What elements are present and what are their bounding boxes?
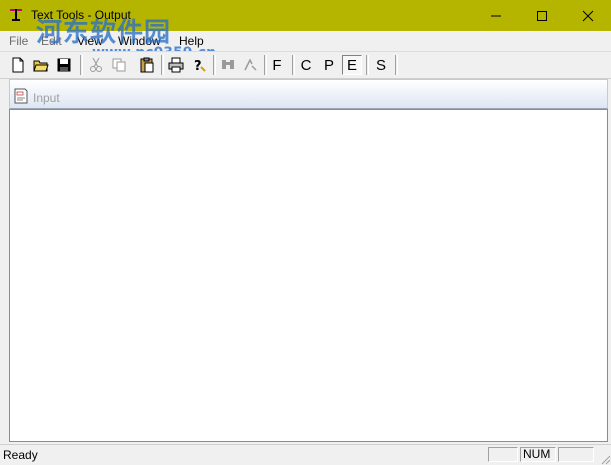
help-button[interactable]: ? [189,55,209,75]
input-panel-header[interactable]: Input [9,79,608,109]
toolbar-separator [292,55,295,75]
close-icon [582,10,594,21]
app-icon [10,9,22,21]
toolbar-separator [80,55,83,75]
maximize-button[interactable] [519,0,565,31]
status-pane-num: NUM [520,447,556,462]
open-button[interactable] [31,55,51,75]
printer-icon [168,57,184,73]
new-button[interactable] [8,55,28,75]
save-disk-icon [57,58,71,72]
status-text: Ready [3,448,38,462]
help-question-icon: ? [194,59,206,73]
copy-button[interactable] [109,55,129,75]
tool-f-button[interactable]: F [267,56,287,76]
input-panel-label: Input [33,91,60,105]
menu-file[interactable]: File [9,34,28,48]
status-bar: Ready NUM [0,444,611,465]
close-button[interactable] [565,0,611,31]
new-file-icon [12,57,24,73]
document-icon [14,88,28,104]
find-button[interactable] [218,55,238,75]
clipboard-icon [140,57,154,73]
binoculars-icon [222,60,234,69]
open-folder-icon [33,60,49,72]
svg-text:?: ? [194,59,202,73]
print-button[interactable] [166,55,186,75]
copy-icon [112,58,126,72]
scissors-icon [90,57,102,72]
watermark: 河东软件园 [36,18,172,48]
tool-p-button[interactable]: P [319,56,339,76]
save-button[interactable] [54,55,74,75]
status-pane-caps [488,447,518,462]
resize-grip-icon[interactable] [599,453,611,465]
tool-e-button[interactable]: E [342,55,362,75]
tool-c-button[interactable]: C [296,56,316,76]
toolbar-separator [161,55,164,75]
toolbar-separator [213,55,216,75]
status-pane-scroll [558,447,594,462]
tool-s-button[interactable]: S [371,56,391,76]
maximize-icon [537,10,547,21]
replace-button[interactable] [240,55,260,75]
editor-text-area[interactable] [9,109,608,442]
minimize-icon [491,15,501,16]
minimize-button[interactable] [473,0,519,31]
toolbar-separator [366,55,369,75]
toolbar: ? F C P E S [0,51,611,79]
replace-icon [244,58,257,71]
cut-button[interactable] [86,55,106,75]
toolbar-separator [395,55,398,75]
paste-button[interactable] [137,55,157,75]
